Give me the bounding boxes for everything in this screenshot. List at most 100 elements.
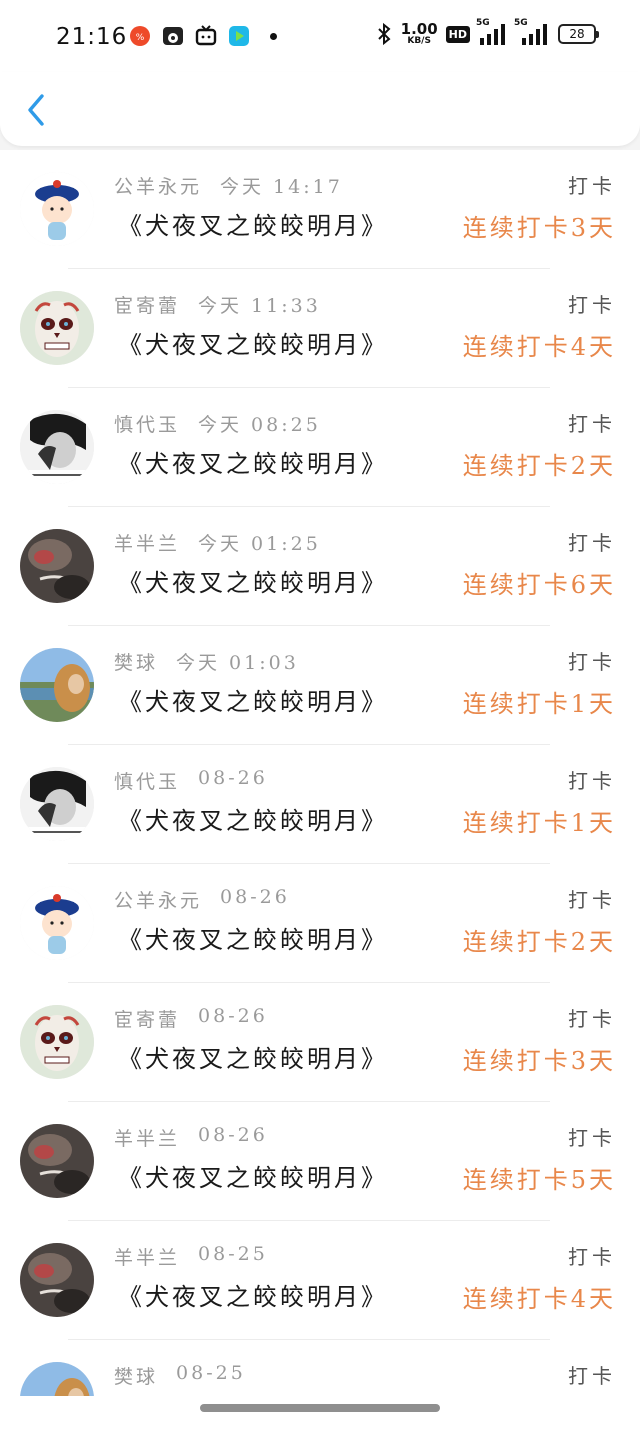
avatar[interactable] — [20, 529, 94, 603]
user-name[interactable]: 羊半兰 — [114, 1243, 180, 1270]
book-title[interactable]: 《犬夜叉之皎皎明月》 — [118, 801, 388, 836]
list-item[interactable]: 羊半兰 08-25 《犬夜叉之皎皎明月》 打卡 连续打卡4天 — [0, 1221, 640, 1340]
avatar[interactable] — [20, 410, 94, 484]
checkin-label: 打卡 — [568, 1126, 616, 1150]
bw-photo-avatar-icon — [20, 767, 94, 841]
user-name[interactable]: 宦寄蕾 — [114, 291, 180, 318]
entry-time: 08-26 — [198, 1124, 268, 1146]
hd-voice-badge: HD — [445, 25, 470, 43]
book-title[interactable]: 《犬夜叉之皎皎明月》 — [118, 444, 388, 479]
streak-label: 连续打卡4天 — [462, 1285, 616, 1313]
user-name[interactable]: 公羊永元 — [114, 886, 202, 913]
avatar[interactable] — [20, 291, 94, 365]
user-name[interactable]: 慎代玉 — [114, 767, 180, 794]
checkin-label: 打卡 — [568, 888, 616, 912]
bluetooth-icon — [377, 22, 391, 46]
list-item[interactable]: 羊半兰 今天 01:25 《犬夜叉之皎皎明月》 打卡 连续打卡6天 — [0, 507, 640, 626]
streak-label: 连续打卡4天 — [462, 333, 616, 361]
entry-meta: 公羊永元 08-26 — [114, 886, 290, 913]
entry-meta: 樊球 08-25 — [114, 1362, 246, 1389]
book-title[interactable]: 《犬夜叉之皎皎明月》 — [118, 563, 388, 598]
svg-text:%: % — [136, 33, 145, 43]
avatar[interactable] — [20, 1362, 94, 1399]
status-bar: 21:16 % 1.00 KB/S HD 5G 5G 28 — [0, 0, 640, 72]
checkin-label: 打卡 — [568, 412, 616, 436]
back-button[interactable] — [20, 90, 52, 130]
book-title[interactable]: 《犬夜叉之皎皎明月》 — [118, 1039, 388, 1074]
dark-closeup-avatar-icon — [20, 529, 94, 603]
checkin-label: 打卡 — [568, 1245, 616, 1269]
user-name[interactable]: 慎代玉 — [114, 410, 180, 437]
book-title[interactable]: 《犬夜叉之皎皎明月》 — [118, 206, 388, 241]
clock: 21:16 — [56, 24, 128, 50]
checkin-list: 公羊永元 今天 14:17 《犬夜叉之皎皎明月》 打卡 连续打卡3天 宦寄蕾 今… — [0, 150, 640, 1399]
entry-meta: 樊球 今天 01:03 — [114, 648, 299, 675]
user-name[interactable]: 樊球 — [114, 648, 158, 675]
list-item[interactable]: 羊半兰 08-26 《犬夜叉之皎皎明月》 打卡 连续打卡5天 — [0, 1102, 640, 1221]
user-name[interactable]: 羊半兰 — [114, 1124, 180, 1151]
home-indicator[interactable] — [200, 1404, 440, 1412]
list-item[interactable]: 公羊永元 今天 14:17 《犬夜叉之皎皎明月》 打卡 连续打卡3天 — [0, 150, 640, 269]
checkin-label: 打卡 — [568, 1007, 616, 1031]
dark-closeup-avatar-icon — [20, 1124, 94, 1198]
signal-2-label: 5G — [514, 18, 528, 28]
entry-meta: 羊半兰 08-25 — [114, 1243, 268, 1270]
book-title[interactable]: 《犬夜叉之皎皎明月》 — [118, 920, 388, 955]
checkin-label: 打卡 — [568, 531, 616, 555]
list-item[interactable]: 宦寄蕾 08-26 《犬夜叉之皎皎明月》 打卡 连续打卡3天 — [0, 983, 640, 1102]
landscape-avatar-icon — [20, 648, 94, 722]
entry-meta: 慎代玉 今天 08:25 — [114, 410, 321, 437]
checkin-label: 打卡 — [568, 174, 616, 198]
entry-meta: 宦寄蕾 08-26 — [114, 1005, 268, 1032]
signal-1: 5G — [476, 18, 508, 46]
entry-meta: 宦寄蕾 今天 11:33 — [114, 291, 321, 318]
streak-label: 连续打卡5天 — [462, 1166, 616, 1194]
avatar[interactable] — [20, 1005, 94, 1079]
list-item[interactable]: 公羊永元 08-26 《犬夜叉之皎皎明月》 打卡 连续打卡2天 — [0, 864, 640, 983]
system-status: 1.00 KB/S HD 5G 5G 28 — [375, 18, 599, 46]
entry-time: 08-25 — [198, 1243, 268, 1265]
shopping-app-icon: % — [130, 26, 150, 46]
qing-official-avatar-icon — [20, 172, 94, 246]
bw-photo-avatar-icon — [20, 410, 94, 484]
landscape-avatar-icon — [20, 1362, 94, 1399]
streak-label: 连续打卡3天 — [462, 214, 616, 242]
entry-time: 08-26 — [198, 1005, 268, 1027]
list-item[interactable]: 樊球 今天 01:03 《犬夜叉之皎皎明月》 打卡 连续打卡1天 — [0, 626, 640, 745]
checkin-label: 打卡 — [568, 293, 616, 317]
signal-1-label: 5G — [476, 18, 490, 28]
streak-label: 连续打卡2天 — [462, 928, 616, 956]
entry-time: 今天 01:03 — [176, 652, 299, 674]
user-name[interactable]: 公羊永元 — [114, 172, 202, 199]
user-name[interactable]: 羊半兰 — [114, 529, 180, 556]
skull-face-avatar-icon — [20, 291, 94, 365]
checkin-label: 打卡 — [568, 1364, 616, 1388]
network-speed-unit: KB/S — [407, 36, 431, 46]
list-item[interactable]: 慎代玉 今天 08:25 《犬夜叉之皎皎明月》 打卡 连续打卡2天 — [0, 388, 640, 507]
dark-closeup-avatar-icon — [20, 1243, 94, 1317]
book-title[interactable]: 《犬夜叉之皎皎明月》 — [118, 1277, 388, 1312]
avatar[interactable] — [20, 886, 94, 960]
user-name[interactable]: 樊球 — [114, 1362, 158, 1389]
entry-meta: 慎代玉 08-26 — [114, 767, 268, 794]
avatar[interactable] — [20, 172, 94, 246]
list-item[interactable]: 樊球 08-25 打卡 — [0, 1340, 640, 1399]
book-title[interactable]: 《犬夜叉之皎皎明月》 — [118, 682, 388, 717]
streak-label: 连续打卡1天 — [462, 690, 616, 718]
entry-time: 08-25 — [176, 1362, 246, 1384]
entry-time: 今天 14:17 — [220, 176, 343, 198]
video-app-icon — [229, 26, 249, 46]
checkin-label: 打卡 — [568, 769, 616, 793]
book-title[interactable]: 《犬夜叉之皎皎明月》 — [118, 1158, 388, 1193]
list-item[interactable]: 慎代玉 08-26 《犬夜叉之皎皎明月》 打卡 连续打卡1天 — [0, 745, 640, 864]
avatar[interactable] — [20, 767, 94, 841]
list-item[interactable]: 宦寄蕾 今天 11:33 《犬夜叉之皎皎明月》 打卡 连续打卡4天 — [0, 269, 640, 388]
book-title[interactable]: 《犬夜叉之皎皎明月》 — [118, 325, 388, 360]
more-notifications-dot — [270, 32, 277, 40]
avatar[interactable] — [20, 1243, 94, 1317]
entry-meta: 羊半兰 今天 01:25 — [114, 529, 321, 556]
entry-time: 08-26 — [220, 886, 290, 908]
avatar[interactable] — [20, 1124, 94, 1198]
avatar[interactable] — [20, 648, 94, 722]
user-name[interactable]: 宦寄蕾 — [114, 1005, 180, 1032]
